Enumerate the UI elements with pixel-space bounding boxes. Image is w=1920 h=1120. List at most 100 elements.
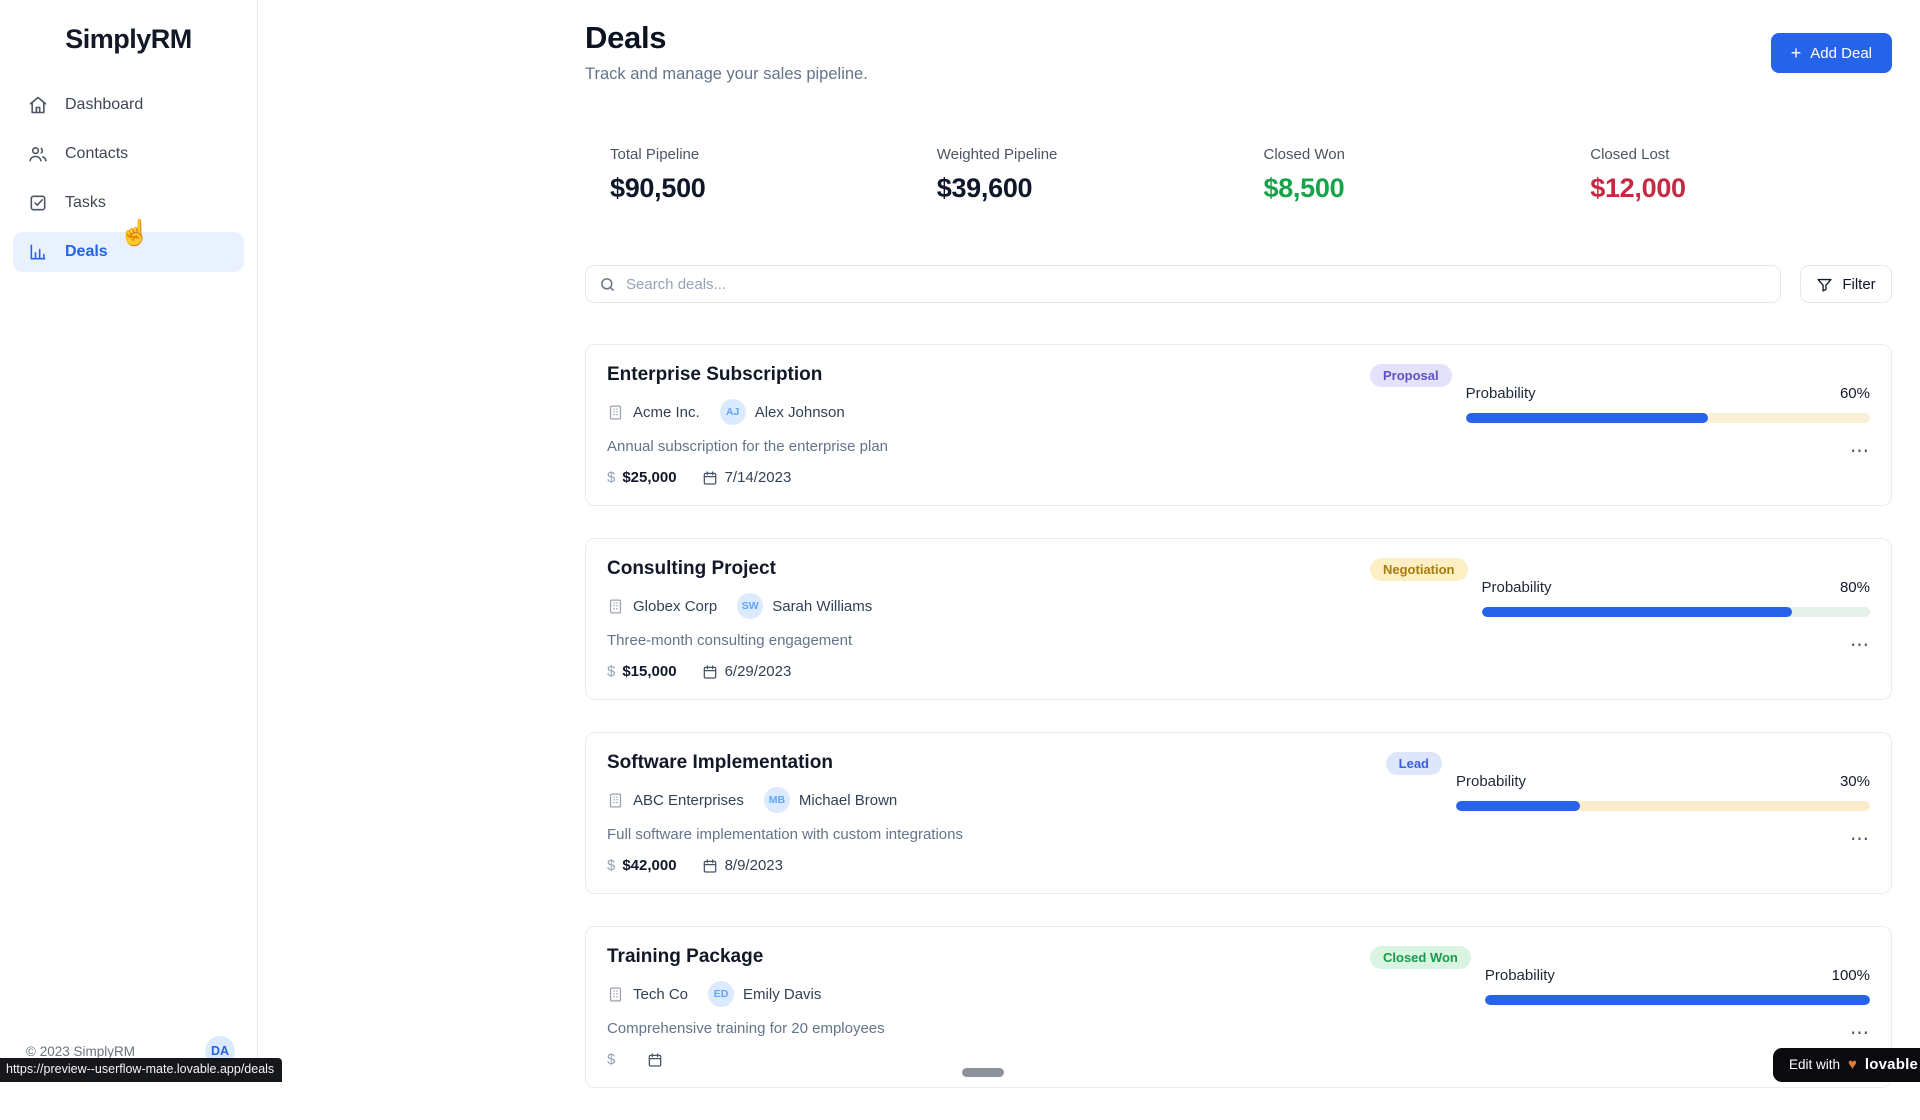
sidebar-item-deals[interactable]: Deals [13,232,244,272]
stat-value: $39,600 [937,173,1239,204]
app-logo: SimplyRM [0,24,257,55]
check-square-icon [28,193,48,213]
stat-value: $12,000 [1590,173,1892,204]
probability-value: 30% [1840,773,1870,790]
sidebar-item-dashboard[interactable]: Dashboard [13,85,244,125]
deal-description: Annual subscription for the enterprise p… [607,438,888,455]
deal-company: ABC Enterprises [633,792,744,809]
calendar-icon [702,664,718,680]
sidebar-item-label: Deals [65,243,108,261]
plus-icon: + [1791,43,1802,64]
toolbar: Filter [585,265,1892,303]
sidebar-item-contacts[interactable]: Contacts [13,134,244,174]
deal-description: Three-month consulting engagement [607,632,872,649]
deal-card[interactable]: Training Package Tech Co ED Emily Davis … [585,926,1892,1088]
deal-card[interactable]: Consulting Project Globex Corp SW Sarah … [585,538,1892,700]
deal-date: 6/29/2023 [725,663,792,680]
sidebar-item-label: Dashboard [65,96,143,114]
stat-closed-lost: Closed Lost $12,000 [1565,146,1892,204]
probability-value: 60% [1840,385,1870,402]
deal-description: Full software implementation with custom… [607,826,963,843]
stat-closed-won: Closed Won $8,500 [1239,146,1566,204]
stat-label: Weighted Pipeline [937,146,1239,163]
sidebar-nav: Dashboard Contacts Tasks Deals [0,85,257,272]
page-subtitle: Track and manage your sales pipeline. [585,65,868,84]
stats-row: Total Pipeline $90,500 Weighted Pipeline… [585,146,1892,204]
sidebar-item-label: Tasks [65,194,106,212]
deals-list: Enterprise Subscription Acme Inc. AJ Ale… [585,344,1892,1088]
stat-total-pipeline: Total Pipeline $90,500 [585,146,912,204]
search-box [585,265,1781,303]
probability-bar [1482,607,1871,617]
stat-label: Closed Won [1264,146,1566,163]
dollar-icon: $ [607,663,615,680]
edit-with-lovable-badge[interactable]: Edit with ♥ lovable [1773,1048,1920,1082]
calendar-icon [647,1052,663,1068]
deal-amount: $25,000 [622,469,676,486]
probability-label: Probability [1466,385,1536,402]
deal-title: Training Package [607,946,885,968]
sidebar-item-tasks[interactable]: Tasks [13,183,244,223]
probability-bar-fill [1466,413,1709,423]
stat-value: $90,500 [610,173,912,204]
filter-button[interactable]: Filter [1800,265,1892,303]
heart-icon: ♥ [1848,1056,1857,1073]
deal-card[interactable]: Enterprise Subscription Acme Inc. AJ Ale… [585,344,1892,506]
building-icon [607,792,624,809]
deal-title: Software Implementation [607,752,963,774]
dollar-icon: $ [607,469,615,486]
deal-amount: $42,000 [622,857,676,874]
stat-value: $8,500 [1264,173,1566,204]
stage-badge: Lead [1386,752,1442,775]
probability-value: 80% [1840,579,1870,596]
deal-contact: Emily Davis [743,986,821,1003]
page-header: Deals Track and manage your sales pipeli… [585,20,1892,84]
deal-date: 8/9/2023 [725,857,783,874]
deal-contact: Michael Brown [799,792,897,809]
add-deal-button[interactable]: + Add Deal [1771,33,1892,73]
probability-label: Probability [1482,579,1552,596]
deal-company: Acme Inc. [633,404,700,421]
contacts-icon [28,144,48,164]
calendar-icon [702,858,718,874]
search-icon [599,276,616,293]
filter-label: Filter [1842,276,1875,293]
filter-icon [1816,276,1833,293]
sidebar-item-label: Contacts [65,145,128,163]
probability-bar-fill [1456,801,1580,811]
search-input[interactable] [626,276,1767,293]
probability-label: Probability [1456,773,1526,790]
main-area: Deals Track and manage your sales pipeli… [258,0,1920,1080]
probability-value: 100% [1832,967,1870,984]
more-options-icon[interactable]: ⋯ [1466,442,1870,461]
deal-contact: Alex Johnson [755,404,845,421]
more-options-icon[interactable]: ⋯ [1456,830,1870,849]
deal-amount: $15,000 [622,663,676,680]
probability-bar [1466,413,1870,423]
contact-avatar: MB [764,787,790,813]
contact-avatar: SW [737,593,763,619]
contact-avatar: ED [708,981,734,1007]
probability-bar [1456,801,1870,811]
stage-badge: Closed Won [1370,946,1471,969]
deal-title: Consulting Project [607,558,872,580]
edit-with-label: Edit with [1789,1057,1840,1072]
status-bar-url: https://preview--userflow-mate.lovable.a… [0,1058,282,1082]
calendar-icon [702,470,718,486]
page-title: Deals [585,20,868,56]
lovable-brand-label: lovable [1865,1056,1918,1073]
dollar-icon: $ [607,857,615,874]
horizontal-scrollbar-thumb[interactable] [962,1068,1004,1077]
more-options-icon[interactable]: ⋯ [1482,636,1871,655]
probability-bar-fill [1482,607,1793,617]
stat-label: Closed Lost [1590,146,1892,163]
stat-weighted-pipeline: Weighted Pipeline $39,600 [912,146,1239,204]
building-icon [607,598,624,615]
deal-card[interactable]: Software Implementation ABC Enterprises … [585,732,1892,894]
deal-company: Globex Corp [633,598,717,615]
add-deal-label: Add Deal [1810,45,1872,62]
deal-date: 7/14/2023 [725,469,792,486]
stage-badge: Negotiation [1370,558,1468,581]
building-icon [607,404,624,421]
more-options-icon[interactable]: ⋯ [1485,1024,1870,1043]
